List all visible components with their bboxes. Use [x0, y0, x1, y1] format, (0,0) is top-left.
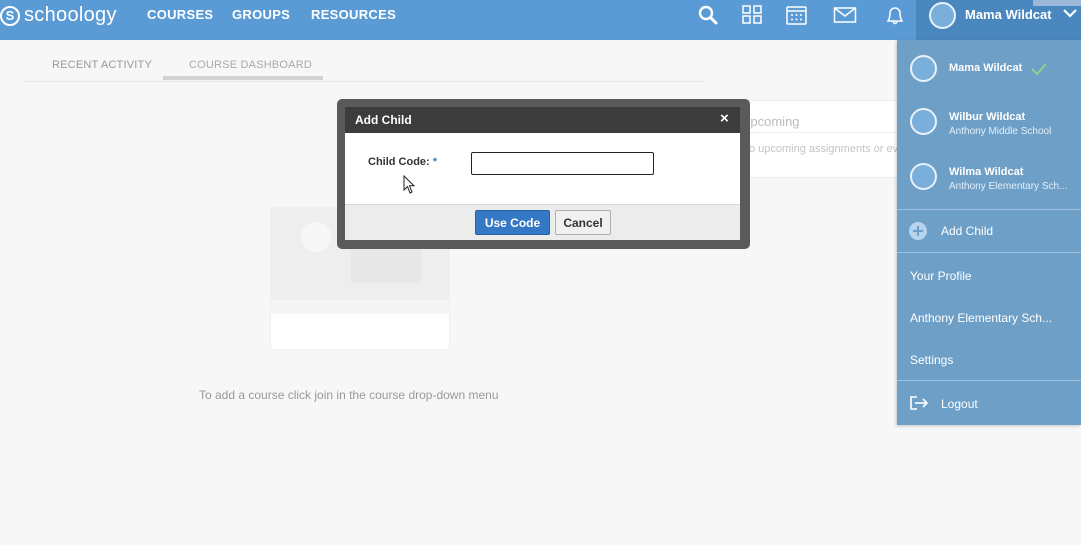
tab-course-dashboard[interactable]: COURSE DASHBOARD: [189, 59, 312, 71]
required-mark: *: [432, 156, 437, 168]
add-child-dialog: Add Child × Child Code: * Use Code Cancel: [337, 99, 750, 249]
tab-recent-activity[interactable]: RECENT ACTIVITY: [52, 59, 152, 71]
user-menu[interactable]: Mama Wildcat: [916, 0, 1081, 40]
profile-name: Wilma Wildcat: [949, 166, 1024, 178]
apps-grid-icon[interactable]: [741, 4, 765, 26]
avatar: [910, 55, 937, 82]
upcoming-panel: Upcoming No upcoming assignments or ev: [740, 100, 901, 178]
calendar-icon[interactable]: [785, 4, 809, 26]
dashboard-tabs: RECENT ACTIVITY COURSE DASHBOARD: [24, 56, 704, 82]
nav-resources[interactable]: RESOURCES: [311, 7, 396, 22]
profile-item-mama-wildcat[interactable]: Mama Wildcat: [897, 44, 1081, 94]
avatar: [929, 2, 956, 29]
user-name: Mama Wildcat: [965, 7, 1052, 22]
empty-courses-message: To add a course click join in the course…: [199, 388, 499, 402]
schoology-logo[interactable]: S schoology: [0, 4, 117, 27]
profile-name: Wilbur Wildcat: [949, 111, 1026, 123]
corner-image-strip: [1033, 0, 1081, 6]
chevron-down-icon[interactable]: [1062, 6, 1078, 20]
active-tab-indicator: [163, 76, 323, 80]
logo-text: schoology: [24, 4, 117, 26]
child-code-label-text: Child Code:: [368, 156, 430, 168]
placeholder-line: [271, 300, 449, 314]
avatar: [910, 108, 937, 135]
divider: [741, 132, 901, 133]
mouse-cursor-icon: [403, 175, 416, 194]
profile-school: Anthony Elementary Sch...: [949, 181, 1068, 192]
profile-item-wilbur-wildcat[interactable]: Wilbur Wildcat Anthony Middle School: [897, 99, 1081, 149]
settings-link[interactable]: Settings: [910, 353, 953, 367]
cancel-button[interactable]: Cancel: [555, 210, 611, 235]
child-code-label: Child Code: *: [368, 156, 437, 168]
avatar: [910, 163, 937, 190]
notifications-icon[interactable]: [883, 4, 907, 26]
user-dropdown-menu: Mama Wildcat Wilbur Wildcat Anthony Midd…: [897, 40, 1081, 425]
add-child-link[interactable]: Add Child: [897, 210, 1081, 252]
dialog-title: Add Child: [355, 113, 412, 127]
placeholder-circle: [301, 222, 331, 252]
upcoming-empty-text: No upcoming assignments or ev: [741, 143, 899, 155]
profile-item-wilma-wildcat[interactable]: Wilma Wildcat Anthony Elementary Sch...: [897, 154, 1081, 204]
your-profile-link[interactable]: Your Profile: [910, 269, 972, 283]
checkmark-icon: [1031, 63, 1047, 76]
logout-link[interactable]: Logout: [897, 381, 1081, 425]
logout-icon: [910, 396, 929, 410]
divider: [897, 252, 1081, 253]
add-circle-icon: [909, 222, 927, 240]
logo-mark: S: [0, 5, 20, 26]
nav-courses[interactable]: COURSES: [147, 7, 213, 22]
profile-name: Mama Wildcat: [949, 62, 1023, 74]
dialog-header: Add Child ×: [345, 107, 740, 133]
search-icon[interactable]: [697, 4, 721, 26]
top-navigation-bar: S schoology COURSES GROUPS RESOURCES Mam…: [0, 0, 1081, 40]
nav-groups[interactable]: GROUPS: [232, 7, 290, 22]
school-link[interactable]: Anthony Elementary Sch...: [910, 311, 1052, 325]
mail-icon[interactable]: [833, 4, 857, 26]
add-child-label: Add Child: [941, 224, 994, 238]
logout-label: Logout: [941, 397, 978, 411]
child-code-input[interactable]: [471, 152, 654, 175]
dialog-body: Add Child × Child Code: * Use Code Cancel: [345, 107, 740, 240]
use-code-button[interactable]: Use Code: [475, 210, 550, 235]
profile-school: Anthony Middle School: [949, 126, 1052, 137]
dialog-footer: Use Code Cancel: [345, 204, 740, 240]
close-icon[interactable]: ×: [720, 110, 729, 127]
